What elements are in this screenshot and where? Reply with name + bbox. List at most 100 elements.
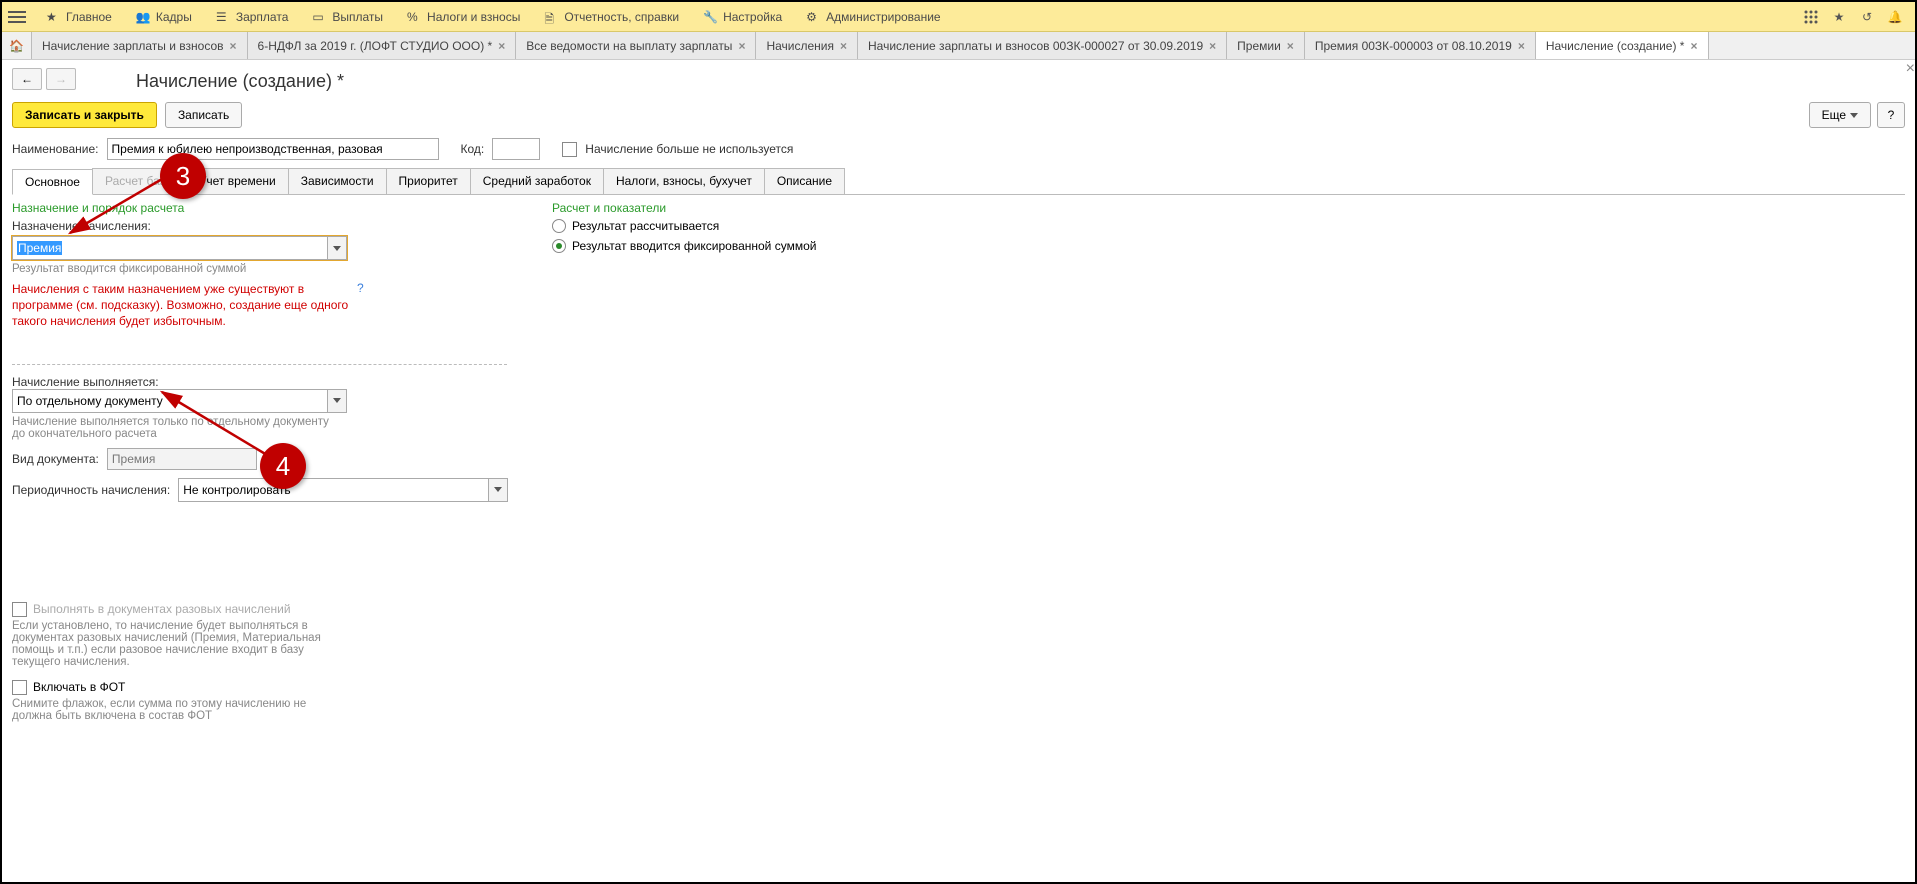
tab-2[interactable]: Все ведомости на выплату зарплаты× (516, 32, 756, 59)
tab-7[interactable]: Начисление (создание) *× (1536, 32, 1709, 59)
percent-icon: % (407, 10, 421, 24)
code-input[interactable] (492, 138, 540, 160)
dropdown-btn[interactable] (327, 236, 347, 260)
close-icon[interactable]: × (1690, 39, 1697, 53)
onceoff-hint: Если установлено, то начисление будет вы… (12, 620, 322, 668)
wallet-icon: ▭ (312, 10, 326, 24)
section-assign: Назначение и порядок расчета (12, 201, 512, 215)
apps-icon[interactable] (1797, 3, 1825, 31)
bell-icon[interactable]: 🔔 (1881, 3, 1909, 31)
doctype-input (107, 448, 257, 470)
save-button[interactable]: Записать (165, 102, 242, 128)
nav-admin[interactable]: ⚙Администрирование (794, 2, 952, 31)
close-icon[interactable]: × (230, 39, 237, 53)
unused-checkbox[interactable] (562, 142, 577, 157)
tab-1[interactable]: 6-НДФЛ за 2019 г. (ЛОФТ СТУДИО ООО) *× (248, 32, 517, 59)
period-input[interactable] (178, 478, 488, 502)
close-icon[interactable]: × (840, 39, 847, 53)
help-button[interactable]: ? (1877, 102, 1905, 128)
chevron-down-icon (494, 487, 502, 492)
code-label: Код: (461, 142, 485, 156)
radio-calc[interactable]: Результат рассчитывается (552, 219, 1032, 233)
top-nav: ★Главное 👥Кадры ☰Зарплата ▭Выплаты %Нало… (2, 2, 1915, 32)
assign-hint: Результат вводится фиксированной суммой (12, 263, 512, 275)
close-icon[interactable]: × (1209, 39, 1216, 53)
burger-menu-icon[interactable] (8, 11, 26, 23)
close-page-icon[interactable]: × (1906, 60, 1915, 78)
section-calc: Расчет и показатели (552, 201, 1032, 215)
doctab-avg[interactable]: Средний заработок (470, 168, 604, 194)
nav-nalogi[interactable]: %Налоги и взносы (395, 2, 532, 31)
fot-checkbox[interactable] (12, 680, 27, 695)
save-close-button[interactable]: Записать и закрыть (12, 102, 157, 128)
home-tab[interactable]: 🏠 (2, 32, 32, 59)
chevron-down-icon (333, 246, 341, 251)
star-fav-icon[interactable]: ★ (1825, 3, 1853, 31)
name-label: Наименование: (12, 142, 99, 156)
tab-bar: 🏠 Начисление зарплаты и взносов× 6-НДФЛ … (2, 32, 1915, 60)
close-icon[interactable]: × (498, 39, 505, 53)
radio-dot-icon (552, 239, 566, 253)
radio-fixed-label: Результат вводится фиксированной суммой (572, 239, 816, 253)
assign-warning: Начисления с таким назначением уже сущес… (12, 281, 352, 330)
dropdown-btn[interactable] (327, 389, 347, 413)
annotation-3: 3 (160, 153, 206, 199)
close-icon[interactable]: × (738, 39, 745, 53)
unused-label: Начисление больше не используется (585, 142, 793, 156)
onceoff-label: Выполнять в документах разовых начислени… (33, 602, 291, 616)
dropdown-btn[interactable] (488, 478, 508, 502)
exec-input[interactable] (12, 389, 327, 413)
nav-zarplata[interactable]: ☰Зарплата (204, 2, 301, 31)
exec-dropdown[interactable] (12, 389, 347, 413)
tab-3[interactable]: Начисления× (756, 32, 858, 59)
nav-nastroyka[interactable]: 🔧Настройка (691, 2, 794, 31)
nav-otchet[interactable]: 🗎Отчетность, справки (532, 2, 691, 31)
onceoff-checkbox (12, 602, 27, 617)
nav-kadry[interactable]: 👥Кадры (124, 2, 204, 31)
tab-4[interactable]: Начисление зарплаты и взносов 00ЗК-00002… (858, 32, 1227, 59)
assign-dropdown[interactable]: Премия (12, 236, 347, 260)
fot-hint: Снимите флажок, если сумма по этому начи… (12, 698, 312, 722)
doctab-tax[interactable]: Налоги, взносы, бухучет (603, 168, 765, 194)
assign-input[interactable]: Премия (12, 236, 327, 260)
gear-icon: ⚙ (806, 10, 820, 24)
doc-icon: 🗎 (544, 10, 558, 24)
chevron-down-icon (333, 398, 341, 403)
doctype-label: Вид документа: (12, 452, 99, 466)
close-icon[interactable]: × (1518, 39, 1525, 53)
more-button[interactable]: Еще (1809, 102, 1871, 128)
radio-calc-label: Результат рассчитывается (572, 219, 719, 233)
close-icon[interactable]: × (1287, 39, 1294, 53)
doctab-prio[interactable]: Приоритет (386, 168, 471, 194)
page-title: Начисление (создание) * (136, 71, 344, 92)
radio-fixed[interactable]: Результат вводится фиксированной суммой (552, 239, 1032, 253)
doctab-desc[interactable]: Описание (764, 168, 845, 194)
history-icon[interactable]: ↺ (1853, 3, 1881, 31)
star-icon: ★ (46, 10, 60, 24)
period-dropdown[interactable] (178, 478, 508, 502)
chevron-down-icon (1850, 113, 1858, 118)
name-input[interactable] (107, 138, 439, 160)
exec-hint: Начисление выполняется только по отдельн… (12, 416, 332, 440)
annotation-4: 4 (260, 443, 306, 489)
list-icon: ☰ (216, 10, 230, 24)
nav-back-button[interactable]: ← (12, 68, 42, 90)
help-hint-icon[interactable]: ? (357, 281, 364, 295)
people-icon: 👥 (136, 10, 150, 24)
exec-label: Начисление выполняется: (12, 375, 159, 389)
nav-forward-button[interactable]: → (46, 68, 76, 90)
doc-tabs: Основное Расчет базы Учет времени Зависи… (12, 168, 1905, 195)
separator (12, 364, 507, 365)
tab-5[interactable]: Премии× (1227, 32, 1305, 59)
radio-dot-icon (552, 219, 566, 233)
nav-main[interactable]: ★Главное (34, 2, 124, 31)
fot-label: Включать в ФОТ (33, 680, 125, 694)
tab-6[interactable]: Премия 00ЗК-000003 от 08.10.2019× (1305, 32, 1536, 59)
wrench-icon: 🔧 (703, 10, 717, 24)
tab-0[interactable]: Начисление зарплаты и взносов× (32, 32, 248, 59)
assign-label: Назначение начисления: (12, 219, 512, 233)
doctab-main[interactable]: Основное (12, 169, 93, 195)
period-label: Периодичность начисления: (12, 483, 170, 497)
doctab-dep[interactable]: Зависимости (288, 168, 387, 194)
nav-vyplaty[interactable]: ▭Выплаты (300, 2, 395, 31)
